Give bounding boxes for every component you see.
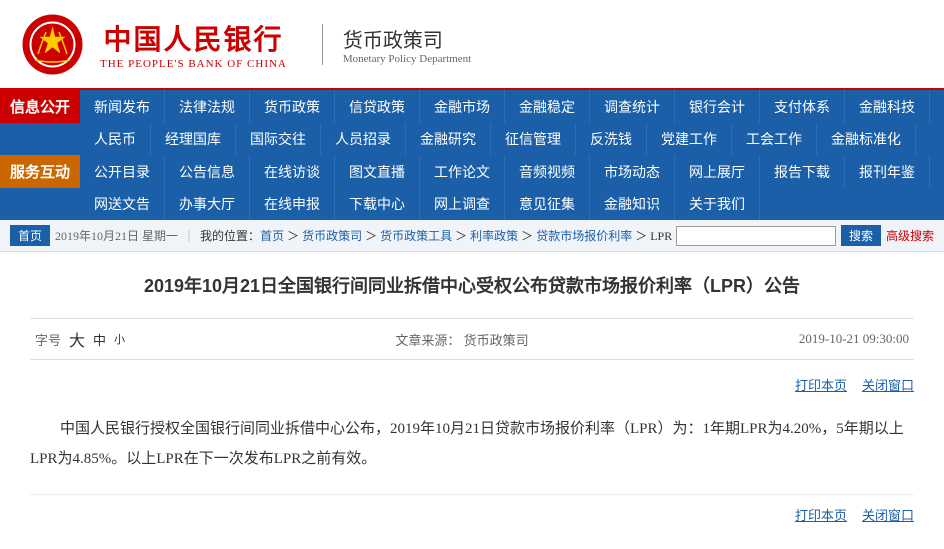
font-label: 字号 [35,330,61,349]
print-link-top[interactable]: 打印本页 [795,375,847,394]
breadcrumb-lpr-link[interactable]: 贷款市场报价利率 [536,229,632,243]
nav-item-service-hall[interactable]: 办事大厅 [165,188,250,220]
nav-item-fintech[interactable]: 金融科技 [845,90,930,123]
breadcrumb-home-link[interactable]: 首页 [260,229,284,243]
breadcrumb-tools-link[interactable]: 货币政策工具 [380,229,452,243]
navigation: 信息公开 新闻发布 法律法规 货币政策 信贷政策 金融市场 金融稳定 调查统计 … [0,90,944,220]
nav-item-financial-market[interactable]: 金融市场 [420,90,505,123]
article-date: 2019-10-21 09:30:00 [799,331,909,347]
nav-item-credit[interactable]: 信贷政策 [335,90,420,123]
nav-item-banking[interactable]: 银行会计 [675,90,760,123]
nav-item-live[interactable]: 图文直播 [335,155,420,188]
breadcrumb-sep: ｜ [183,227,195,244]
nav-item-catalog[interactable]: 公开目录 [80,155,165,188]
close-link-bottom[interactable]: 关闭窗口 [862,505,914,524]
department-area: 货币政策司 Monetary Policy Department [322,24,471,65]
breadcrumb-dept-link[interactable]: 货币政策司 [302,229,362,243]
breadcrumb-rate-link[interactable]: 利率政策 [470,229,518,243]
logo-text: 中国人民银行 THE PEOPLE'S BANK OF CHINA [100,18,287,70]
breadcrumb-current: LPR [650,229,672,243]
nav-item-opinion[interactable]: 意见征集 [505,188,590,220]
article-content: 2019年10月21日全国银行间同业拆借中心受权公布贷款市场报价利率（LPR）公… [0,252,944,544]
search-input[interactable] [676,226,836,246]
search-button[interactable]: 搜索 [841,225,881,246]
action-bar-top: 打印本页 关闭窗口 [30,375,914,394]
nav-item-periodical[interactable]: 报刊年鉴 [845,155,930,188]
nav-item-treasury[interactable]: 经理国库 [151,123,236,155]
nav-item-interview[interactable]: 在线访谈 [250,155,335,188]
nav-item-download[interactable]: 下载中心 [335,188,420,220]
article-title: 2019年10月21日全国银行间同业拆借中心受权公布贷款市场报价利率（LPR）公… [30,272,914,298]
nav-row-2: 人民币 经理国库 国际交往 人员招录 金融研究 征信管理 反洗钱 党建工作 工会… [0,123,944,155]
nav-item-recruitment[interactable]: 人员招录 [321,123,406,155]
nav-item-aml[interactable]: 反洗钱 [576,123,647,155]
font-small-button[interactable]: 小 [114,331,125,347]
nav-item-market-dynamics[interactable]: 市场动态 [590,155,675,188]
home-button[interactable]: 首页 [10,225,50,246]
font-medium-button[interactable]: 中 [93,330,106,349]
nav-item-research[interactable]: 金融研究 [406,123,491,155]
nav-row-3: 服务互动 公开目录 公告信息 在线访谈 图文直播 工作论文 音频视频 市场动态 … [0,155,944,188]
bank-name-chinese: 中国人民银行 [103,18,283,58]
article-meta: 字号 大 中 小 文章来源： 货币政策司 2019-10-21 09:30:00 [30,318,914,360]
nav-item-credit-mgmt[interactable]: 征信管理 [491,123,576,155]
search-area: 搜索 高级搜索 [676,225,934,246]
nav-item-about[interactable]: 关于我们 [675,188,760,220]
nav-item-standards[interactable]: 金融标准化 [817,123,916,155]
article-source: 文章来源： 货币政策司 [395,330,528,349]
bank-name-english: THE PEOPLE'S BANK OF CHINA [100,58,287,70]
print-link-bottom[interactable]: 打印本页 [795,505,847,524]
nav-item-law[interactable]: 法律法规 [165,90,250,123]
advanced-search-link[interactable]: 高级搜索 [886,227,934,244]
nav-item-news[interactable]: 新闻发布 [80,90,165,123]
nav-item-financial-stability[interactable]: 金融稳定 [505,90,590,123]
nav-item-union[interactable]: 工会工作 [732,123,817,155]
nav-row-1: 信息公开 新闻发布 法律法规 货币政策 信贷政策 金融市场 金融稳定 调查统计 … [0,90,944,123]
nav-item-party[interactable]: 党建工作 [647,123,732,155]
breadcrumb-bar: 首页 2019年10月21日 星期一 ｜ 我的位置：首页 ＞ 货币政策司 ＞ 货… [0,220,944,252]
nav-item-webfile[interactable]: 网送文告 [80,188,165,220]
font-large-button[interactable]: 大 [69,327,85,351]
nav-item-payment[interactable]: 支付体系 [760,90,845,123]
nav-section-label-service: 服务互动 [0,155,80,188]
page-header: 中国人民银行 THE PEOPLE'S BANK OF CHINA 货币政策司 … [0,0,944,90]
close-link-top[interactable]: 关闭窗口 [862,375,914,394]
nav-item-survey[interactable]: 调查统计 [590,90,675,123]
nav-item-reports[interactable]: 报告下载 [760,155,845,188]
nav-item-renminbi[interactable]: 人民币 [80,123,151,155]
action-bar-bottom: 打印本页 关闭窗口 [30,494,914,524]
nav-section-label-info: 信息公开 [0,90,80,123]
nav-item-international[interactable]: 国际交往 [236,123,321,155]
nav-item-fin-knowledge[interactable]: 金融知识 [590,188,675,220]
nav-row-4: 网送文告 办事大厅 在线申报 下载中心 网上调查 意见征集 金融知识 关于我们 [0,188,944,220]
font-size-control: 字号 大 中 小 [35,327,125,351]
nav-item-video[interactable]: 音频视频 [505,155,590,188]
source-label: 文章来源： [395,333,460,348]
breadcrumb-path: 我的位置：首页 ＞ 货币政策司 ＞ 货币政策工具 ＞ 利率政策 ＞ 贷款市场报价… [200,227,672,244]
nav-item-notice[interactable]: 公告信息 [165,155,250,188]
article-body: 中国人民银行授权全国银行间同业拆借中心公布，2019年10月21日贷款市场报价利… [30,414,914,474]
nav-item-online-hall[interactable]: 网上展厅 [675,155,760,188]
dept-name-chinese: 货币政策司 [343,24,471,53]
pboc-emblem-icon [20,12,85,77]
logo-area: 中国人民银行 THE PEOPLE'S BANK OF CHINA 货币政策司 … [20,12,471,77]
source-value: 货币政策司 [464,333,529,348]
dept-name-english: Monetary Policy Department [343,53,471,65]
nav-item-papers[interactable]: 工作论文 [420,155,505,188]
breadcrumb-date: 2019年10月21日 星期一 [55,227,178,244]
nav-item-monetary[interactable]: 货币政策 [250,90,335,123]
breadcrumb-left: 首页 2019年10月21日 星期一 ｜ 我的位置：首页 ＞ 货币政策司 ＞ 货… [10,225,672,246]
nav-item-survey2[interactable]: 网上调查 [420,188,505,220]
nav-item-online-report[interactable]: 在线申报 [250,188,335,220]
